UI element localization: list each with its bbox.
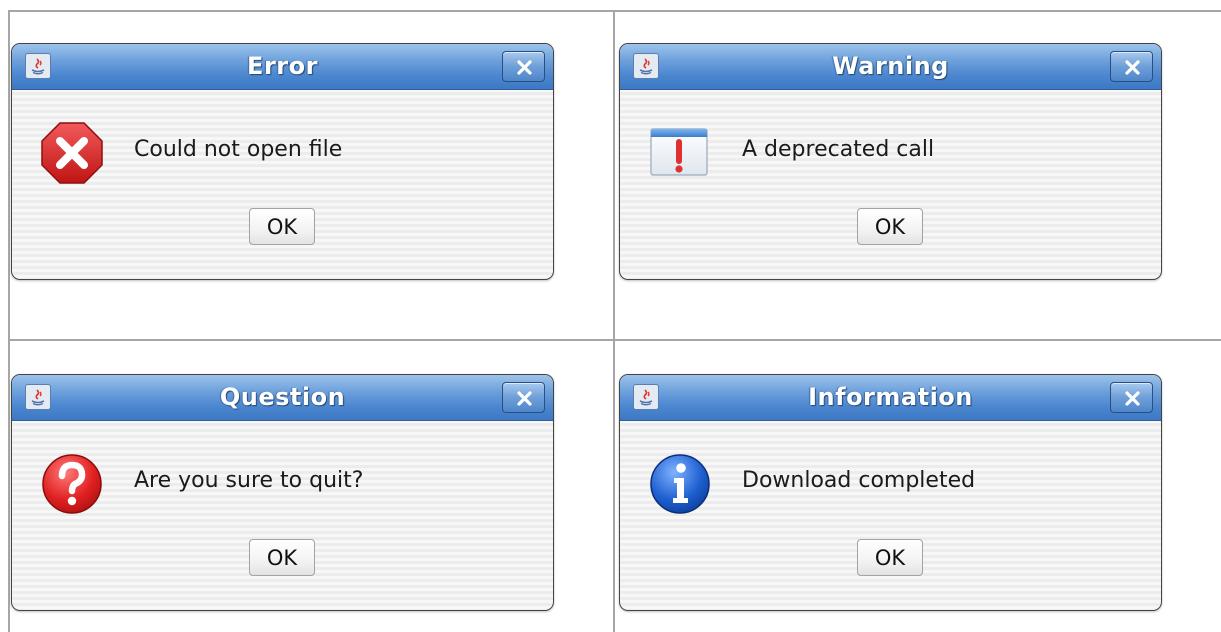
grid-line-center (613, 10, 615, 632)
dialog-title: Question (219, 383, 346, 411)
ok-button[interactable]: OK (249, 539, 315, 576)
dialog-message: Are you sure to quit? (134, 468, 364, 493)
dialog-message: Could not open file (134, 137, 343, 162)
dialog-titlebar[interactable]: Information (620, 375, 1161, 421)
question-icon (42, 454, 102, 514)
information-icon (650, 454, 710, 514)
close-button[interactable] (502, 51, 545, 82)
ok-button[interactable]: OK (857, 539, 923, 576)
grid-line-left (8, 10, 10, 632)
close-button[interactable] (1110, 51, 1153, 82)
dialog-title: Information (808, 383, 973, 411)
close-icon (517, 60, 532, 75)
error-icon (41, 122, 103, 184)
information-dialog: Information Download completed OK (619, 374, 1162, 611)
dialog-titlebar[interactable]: Error (12, 44, 553, 90)
close-icon (1125, 60, 1140, 75)
warning-dialog: Warning A deprecated call OK (619, 43, 1162, 280)
warning-icon (650, 128, 708, 176)
dialog-titlebar[interactable]: Warning (620, 44, 1161, 90)
ok-button[interactable]: OK (857, 208, 923, 245)
error-dialog: Error Could not open file OK (11, 43, 554, 280)
dialog-titlebar[interactable]: Question (12, 375, 553, 421)
question-dialog: Question Are you sure to quit? OK (11, 374, 554, 611)
dialog-title: Error (247, 52, 318, 80)
dialog-message: Download completed (742, 468, 976, 493)
ok-button[interactable]: OK (249, 208, 315, 245)
close-button[interactable] (502, 382, 545, 413)
close-button[interactable] (1110, 382, 1153, 413)
close-icon (517, 391, 532, 406)
close-icon (1125, 391, 1140, 406)
dialog-message: A deprecated call (742, 137, 935, 162)
dialog-title: Warning (832, 52, 949, 80)
